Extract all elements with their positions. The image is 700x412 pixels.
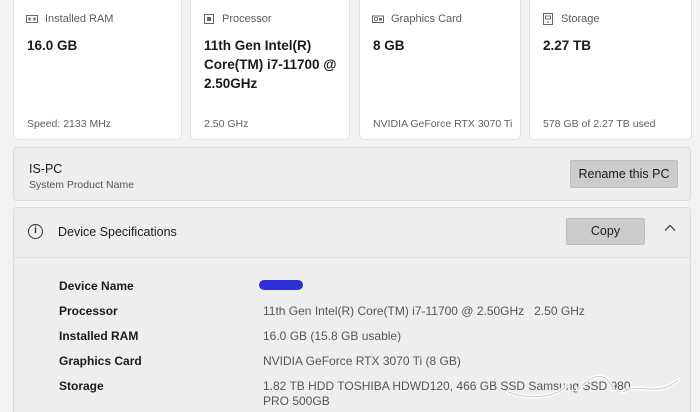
card-storage: Storage 2.27 TB 578 GB of 2.27 TB used [529,0,692,140]
pc-name-panel: IS-PC System Product Name Rename this PC [13,147,691,201]
card-footer: NVIDIA GeForce RTX 3070 Ti [373,118,513,130]
card-footer: 578 GB of 2.27 TB used [543,118,656,130]
card-processor: Processor 11th Gen Intel(R) Core(TM) i7-… [190,0,350,140]
card-title: Installed RAM [45,13,114,25]
spec-key: Processor [59,304,118,318]
spec-key: Storage [59,379,104,393]
summary-cards: Installed RAM 16.0 GB Speed: 2133 MHz Pr… [13,0,692,140]
info-icon: i [28,224,43,239]
redaction-scribble [259,280,303,290]
spec-value: 16.0 GB (15.8 GB usable) [263,329,402,343]
chevron-up-icon[interactable] [662,220,678,236]
pc-model: System Product Name [29,179,135,191]
spec-key: Graphics Card [59,354,142,368]
spec-value: 1.82 TB HDD TOSHIBA HDWD120, 466 GB SSD … [263,379,631,408]
ram-icon [26,15,38,23]
pc-name: IS-PC [29,162,63,176]
card-header: Graphics Card [372,13,462,25]
card-value: 8 GB [373,38,405,53]
card-graphics: Graphics Card 8 GB NVIDIA GeForce RTX 30… [359,0,521,140]
card-value: 11th Gen Intel(R) Core(TM) i7-11700 @ 2.… [204,38,337,91]
spec-value: 11th Gen Intel(R) Core(TM) i7-11700 @ 2.… [263,304,585,318]
card-header: Processor [203,13,272,25]
card-header: Installed RAM [26,13,113,25]
copy-button[interactable]: Copy [566,218,645,245]
card-footer: 2.50 GHz [204,118,249,130]
card-value: 16.0 GB [27,38,78,53]
device-specifications-header[interactable]: i Device Specifications Copy [14,208,690,258]
card-header: Storage [542,13,600,25]
card-value: 2.27 TB [543,38,592,53]
device-specifications-panel: i Device Specifications Copy Device Name… [13,207,691,412]
card-title: Storage [561,13,600,25]
card-title: Graphics Card [391,13,462,25]
device-specifications-title: Device Specifications [58,225,177,239]
spec-key: Installed RAM [59,329,139,343]
rename-pc-button[interactable]: Rename this PC [570,160,678,188]
card-footer: Speed: 2133 MHz [27,118,112,130]
spec-key: Device Name [59,279,134,293]
processor-icon [204,14,214,24]
card-title: Processor [222,13,272,25]
spec-value: NVIDIA GeForce RTX 3070 Ti (8 GB) [263,354,461,368]
graphics-card-icon [372,15,384,23]
storage-icon [543,13,553,25]
card-installed-ram: Installed RAM 16.0 GB Speed: 2133 MHz [13,0,182,140]
